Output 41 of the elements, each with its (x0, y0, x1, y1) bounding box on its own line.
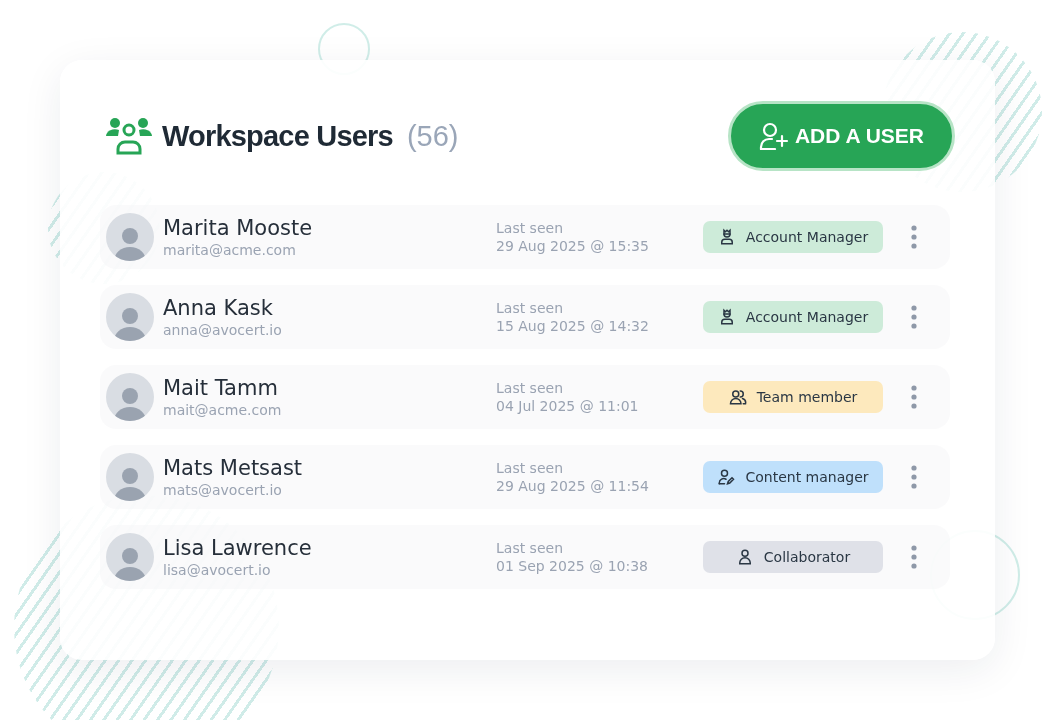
user-row[interactable]: Lisa Lawrence lisa@avocert.io Last seen 01 Sep 2025 @ 10:38 Collaborator (100, 525, 950, 589)
user-row[interactable]: Anna Kask anna@avocert.io Last seen 15 Aug 2025 @ 14:32 Account Manager (100, 285, 950, 349)
last-seen-time: 01 Sep 2025 @ 10:38 (496, 557, 649, 575)
user-name: Marita Mooste (163, 215, 314, 241)
more-vertical-icon (911, 305, 917, 329)
user-row[interactable]: Mait Tamm mait@acme.com Last seen 04 Jul 2025 @ 11:01 Team member (100, 365, 950, 429)
user-email: lisa@avocert.io (163, 561, 272, 579)
last-seen-label: Last seen (496, 219, 564, 237)
user-name: Anna Kask (163, 295, 274, 321)
last-seen-time: 29 Aug 2025 @ 15:35 (496, 237, 650, 255)
role-label: Team member (756, 389, 858, 405)
user-email: marita@acme.com (163, 241, 297, 259)
more-vertical-icon (911, 225, 917, 249)
last-seen-label: Last seen (496, 379, 564, 397)
user-name: Lisa Lawrence (163, 535, 313, 561)
user-row[interactable]: Mats Metsast mats@avocert.io Last seen 29 Aug 2025 @ 11:54 Content manager (100, 445, 950, 509)
user-email: anna@avocert.io (163, 321, 283, 339)
person-pencil-icon (717, 468, 736, 486)
role-label: Collaborator (763, 549, 851, 565)
more-vertical-icon (911, 385, 917, 409)
last-seen-time: 15 Aug 2025 @ 14:32 (496, 317, 650, 335)
more-vertical-icon (911, 545, 917, 569)
more-vertical-icon (911, 465, 917, 489)
people-icon (728, 388, 747, 406)
role-label: Account Manager (745, 309, 869, 325)
last-seen-time: 04 Jul 2025 @ 11:01 (496, 397, 640, 415)
last-seen-label: Last seen (496, 299, 564, 317)
user-name: Mait Tamm (163, 375, 279, 401)
users-group-icon (106, 117, 152, 155)
page-title: Workspace Users (162, 119, 393, 153)
last-seen-label: Last seen (496, 459, 564, 477)
user-email: mait@acme.com (163, 401, 283, 419)
user-row[interactable]: Marita Mooste marita@acme.com Last seen 29 Aug 2025 @ 15:35 Account Manager (100, 205, 950, 269)
user-name: Mats Metsast (163, 455, 304, 481)
user-count: (56) (406, 119, 459, 153)
user-email: mats@avocert.io (163, 481, 283, 499)
last-seen-time: 29 Aug 2025 @ 11:54 (496, 477, 650, 495)
last-seen-label: Last seen (496, 539, 564, 557)
role-label: Content manager (745, 469, 869, 485)
add-person-icon (758, 122, 789, 150)
role-label: Account Manager (745, 229, 869, 245)
